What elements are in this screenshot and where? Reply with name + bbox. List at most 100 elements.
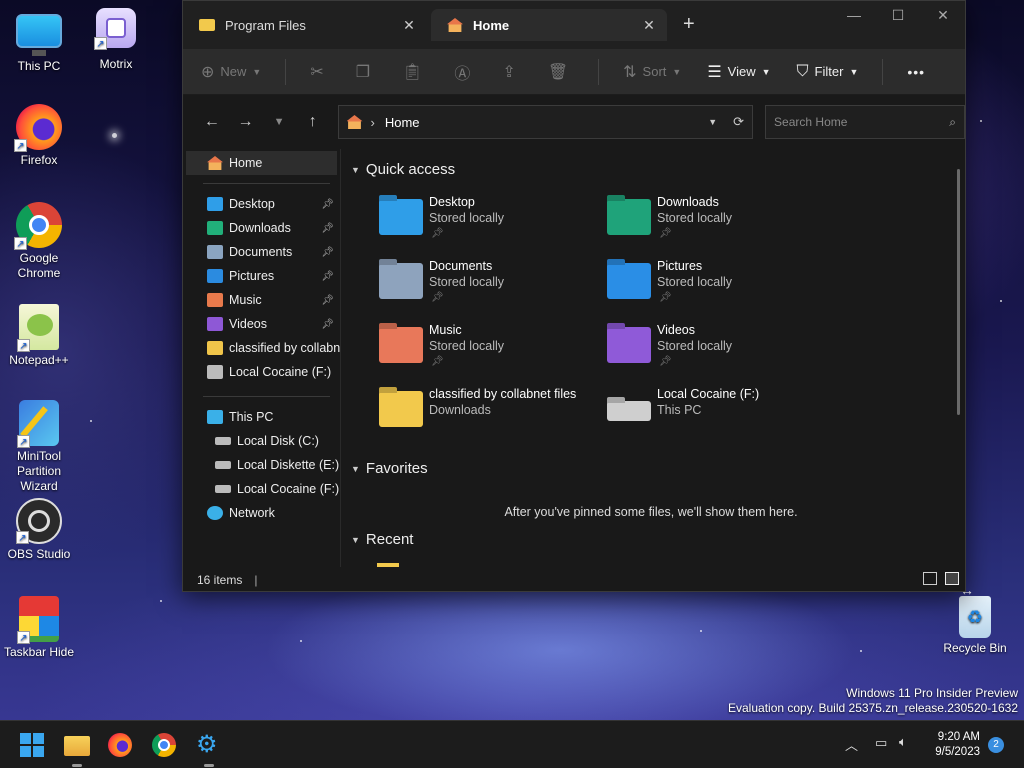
- sidebar-item-drive[interactable]: Local Diskette (E:): [183, 453, 340, 477]
- sort-button[interactable]: ⇅ Sort ▼: [623, 62, 681, 82]
- pin-icon: 📌︎: [321, 294, 334, 306]
- quick-access-item[interactable]: Music Stored locally 📌︎: [379, 323, 599, 377]
- quick-access-item[interactable]: Pictures Stored locally 📌︎: [607, 259, 827, 313]
- chrome-icon: ↗: [14, 202, 62, 250]
- new-button[interactable]: ⊕ New ▼: [201, 62, 261, 82]
- sidebar-item[interactable]: Videos 📌︎: [183, 312, 340, 336]
- file-explorer-window[interactable]: Program Files ✕ Home ✕ + — ☐ ✕ ⊕ New ▼ ✂…: [182, 0, 966, 592]
- back-button[interactable]: ←: [195, 113, 229, 131]
- address-bar[interactable]: › Home ▼ ⟳: [337, 105, 754, 139]
- view-list-icon: ☰: [707, 63, 722, 81]
- sidebar-item-drive[interactable]: Local Disk (C:): [183, 429, 340, 453]
- recent-locations-button[interactable]: ▼: [262, 116, 296, 128]
- item-count: 16 items: [197, 572, 243, 587]
- sidebar-item[interactable]: Local Cocaine (F:): [183, 360, 340, 384]
- item-location: Stored locally: [657, 211, 733, 225]
- share-button[interactable]: ⇪: [502, 62, 521, 82]
- quick-access-item[interactable]: Desktop Stored locally 📌︎: [379, 195, 599, 249]
- maximize-button[interactable]: ☐: [875, 7, 921, 24]
- search-box[interactable]: ⌕: [765, 105, 966, 139]
- quick-access-item[interactable]: Downloads Stored locally 📌︎: [607, 195, 827, 249]
- taskbar-firefox[interactable]: [108, 733, 134, 759]
- sidebar-item-network[interactable]: Network: [183, 501, 340, 525]
- desktop-icon-motrix[interactable]: ↗ Motrix: [78, 8, 154, 72]
- sidebar-item-label: Documents: [229, 245, 293, 259]
- drive-icon: [215, 461, 231, 469]
- desktop-icon-obs-studio[interactable]: ↗ OBS Studio: [1, 498, 77, 562]
- item-name: Desktop: [429, 195, 475, 209]
- search-input[interactable]: [774, 115, 950, 129]
- item-name: Documents: [429, 259, 493, 273]
- sidebar-item[interactable]: Pictures 📌︎: [183, 264, 340, 288]
- taskbar-settings[interactable]: ⚙: [196, 733, 222, 767]
- folder-icon: [379, 263, 423, 299]
- drive-icon: [215, 437, 231, 445]
- sidebar-item-this-pc[interactable]: This PC: [183, 405, 340, 429]
- clock[interactable]: 9:20 AM 9/5/2023: [935, 730, 980, 760]
- quick-access-item[interactable]: Documents Stored locally 📌︎: [379, 259, 599, 313]
- recent-header[interactable]: ▼ Recent: [351, 531, 413, 548]
- star-decoration: [700, 630, 702, 632]
- sidebar-item-label: Music: [229, 293, 262, 307]
- desktop-icon-google-chrome[interactable]: ↗ Google Chrome: [1, 202, 77, 281]
- arrow-right-icon: →: [237, 113, 254, 130]
- desktop-icon-taskbar-hide[interactable]: ↗ Taskbar Hide: [1, 596, 77, 660]
- sidebar-item-home[interactable]: Home: [186, 151, 337, 175]
- sidebar-item[interactable]: Music 📌︎: [183, 288, 340, 312]
- section-title: Recent: [365, 531, 414, 548]
- refresh-icon[interactable]: ⟳: [733, 114, 744, 130]
- desktop-icon-recycle-bin[interactable]: ♻ Recycle Bin: [937, 596, 1013, 656]
- delete-button[interactable]: 🗑︎: [548, 62, 574, 82]
- address-dropdown-icon[interactable]: ▼: [708, 117, 717, 127]
- status-divider: |: [254, 572, 258, 587]
- new-button-label: New: [220, 64, 247, 79]
- forward-button[interactable]: →: [229, 113, 263, 131]
- details-view-button[interactable]: [923, 572, 937, 585]
- quick-access-item[interactable]: Videos Stored locally 📌︎: [607, 323, 827, 377]
- desktop-icon-notepad-plus-plus[interactable]: ↗ Notepad++: [1, 304, 77, 368]
- quick-access-item[interactable]: Local Cocaine (F:) This PC: [607, 387, 827, 441]
- filter-button[interactable]: ⛉ Filter ▼: [797, 63, 859, 81]
- taskbar-file-explorer[interactable]: [64, 733, 90, 767]
- sidebar-item[interactable]: Downloads 📌︎: [183, 216, 340, 240]
- tab-home[interactable]: Home ✕: [431, 9, 667, 41]
- desktop-icon-label: Taskbar Hide: [3, 645, 75, 659]
- desktop-icon-label: Notepad++: [9, 353, 69, 367]
- rename-icon: Ⓐ: [454, 65, 471, 83]
- close-window-button[interactable]: ✕: [920, 7, 966, 24]
- view-button[interactable]: ☰ View ▼: [707, 62, 770, 82]
- tab-program-files[interactable]: Program Files ✕: [183, 9, 427, 41]
- desktop-icon-minitool-partition-wizard[interactable]: ↗ MiniTool Partition Wizard: [1, 400, 77, 494]
- new-tab-button[interactable]: +: [683, 13, 695, 36]
- favorites-header[interactable]: ▼ Favorites: [351, 460, 428, 477]
- sidebar-item[interactable]: Desktop 📌︎: [183, 192, 340, 216]
- sidebar-item-drive[interactable]: Local Cocaine (F:): [183, 477, 340, 501]
- notification-badge[interactable]: 2: [988, 737, 1004, 753]
- volume-icon[interactable]: 🔈︎: [899, 734, 907, 750]
- sidebar-item[interactable]: Documents 📌︎: [183, 240, 340, 264]
- up-button[interactable]: ↑: [296, 113, 330, 131]
- vertical-scrollbar[interactable]: [957, 169, 960, 415]
- home-icon: [447, 18, 463, 32]
- tiles-view-button[interactable]: [945, 572, 959, 585]
- start-icon: [20, 733, 46, 757]
- show-hidden-icons-button[interactable]: ︿: [845, 735, 858, 754]
- close-tab-icon[interactable]: ✕: [641, 17, 657, 34]
- see-more-button[interactable]: •••: [907, 64, 925, 80]
- network-tray-icon[interactable]: ▭: [875, 735, 887, 751]
- desktop-icon-this-pc[interactable]: This PC: [1, 8, 77, 74]
- taskbar-chrome[interactable]: [152, 733, 178, 759]
- rename-button[interactable]: Ⓐ: [454, 60, 476, 84]
- quick-access-header[interactable]: ▼ Quick access: [351, 161, 455, 178]
- sidebar-item[interactable]: classified by collabnet files: [183, 336, 340, 360]
- quick-access-item[interactable]: classified by collabnet files Downloads: [379, 387, 599, 441]
- copy-button[interactable]: ❐: [356, 62, 376, 82]
- close-tab-icon[interactable]: ✕: [401, 17, 417, 34]
- paste-button[interactable]: 📋︎: [402, 62, 428, 82]
- network-icon: [207, 506, 223, 520]
- desktop-icon-firefox[interactable]: ↗ Firefox: [1, 104, 77, 168]
- start-button[interactable]: [20, 733, 46, 759]
- shortcut-arrow-icon: ↗: [16, 531, 29, 544]
- minimize-button[interactable]: —: [831, 7, 877, 23]
- cut-button[interactable]: ✂: [310, 62, 329, 82]
